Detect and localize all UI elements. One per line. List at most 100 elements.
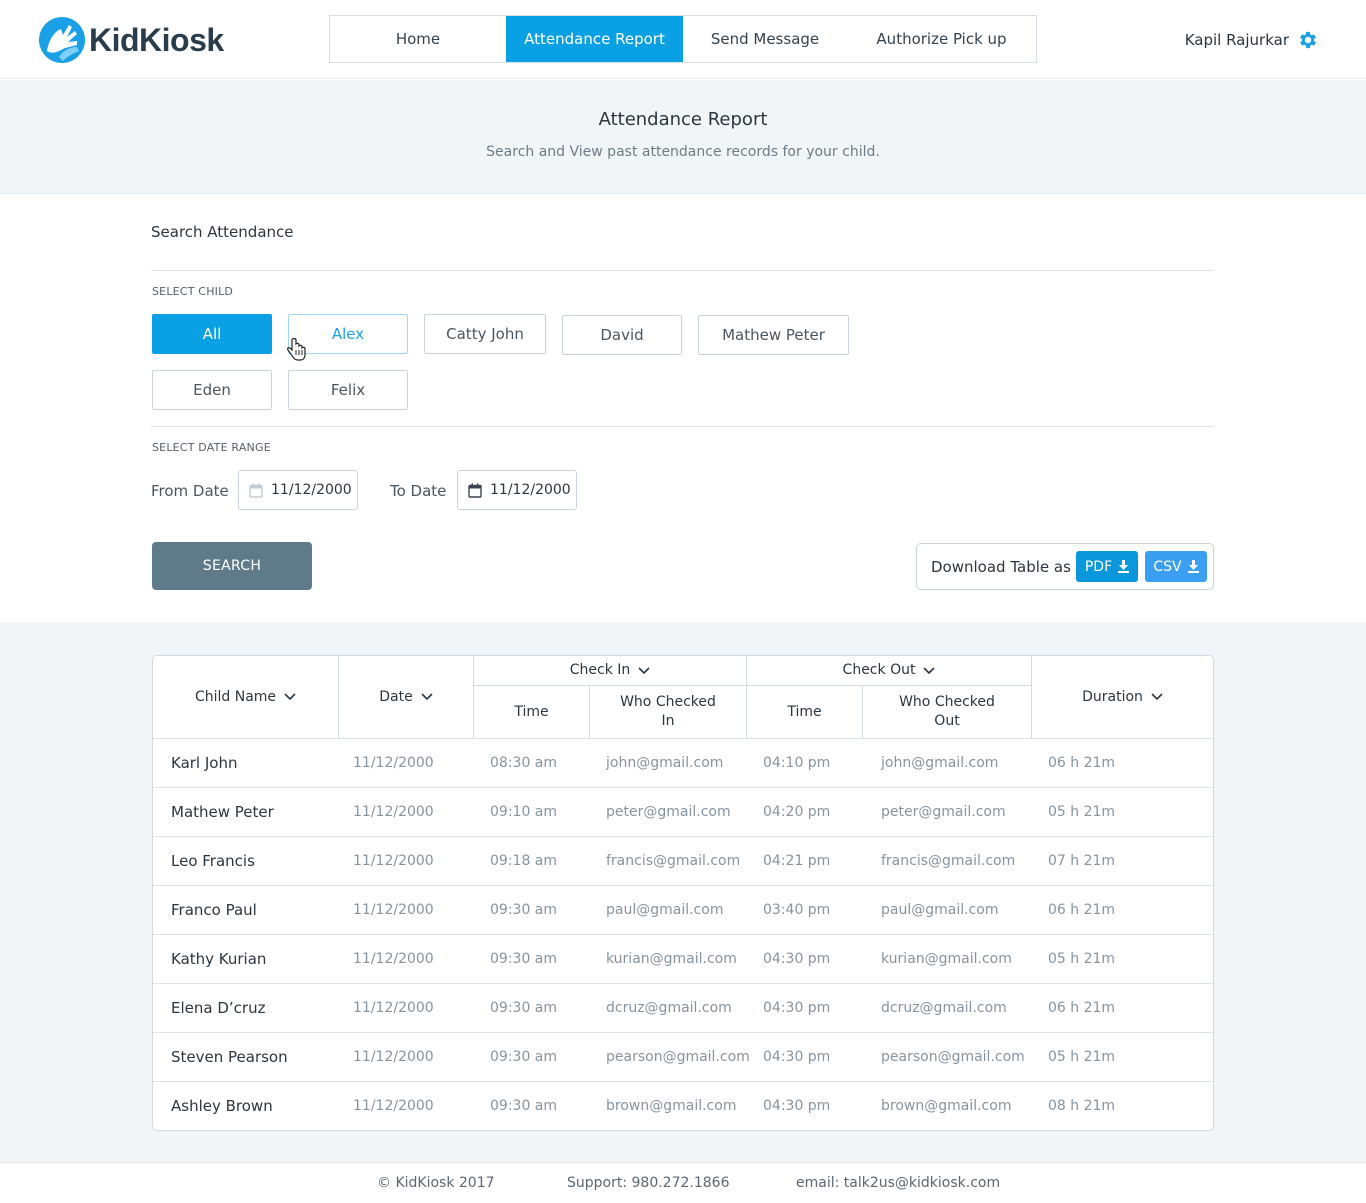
hands-logo-icon — [39, 17, 85, 63]
col-header-label: Child Name — [194, 688, 277, 705]
table-row[interactable]: Franco Paul 11/12/2000 09:30 am paul@gmail.… — [153, 885, 1213, 934]
cell-child-name: Franco Paul — [171, 901, 257, 919]
table-row[interactable]: Elena D’cruz 11/12/2000 09:30 am dcruz@gmai… — [153, 983, 1213, 1032]
cell-checked-out-by: dcruz@gmail.com — [881, 1000, 1007, 1016]
download-icon — [1187, 560, 1199, 573]
pdf-label: PDF — [1084, 558, 1113, 575]
cell-checked-out-by: kurian@gmail.com — [881, 951, 1012, 967]
cell-duration: 06 h 21m — [1048, 1000, 1116, 1016]
table-row[interactable]: Kathy Kurian 11/12/2000 09:30 am kurian@gma… — [153, 934, 1213, 983]
hand-cursor-icon — [287, 337, 306, 361]
cell-date: 11/12/2000 — [353, 755, 434, 771]
brand-logo[interactable]: KidKiosk — [39, 15, 224, 65]
csv-label: CSV — [1153, 558, 1182, 575]
page-subtitle: Search and View past attendance records … — [486, 144, 880, 160]
calendar-icon — [249, 483, 263, 498]
to-date-input[interactable]: 11/12/2000 — [457, 470, 577, 510]
page-title: Attendance Report — [598, 109, 768, 130]
table-row[interactable]: Karl John 11/12/2000 08:30 am john@gmail.co… — [153, 738, 1213, 787]
child-chip-eden[interactable]: Eden — [152, 370, 272, 410]
cell-duration: 05 h 21m — [1048, 804, 1116, 820]
cell-date: 11/12/2000 — [353, 853, 434, 869]
chevron-down-icon — [1151, 693, 1163, 701]
child-chip-catty-john[interactable]: Catty John — [424, 314, 546, 354]
nav-attendance-report[interactable]: Attendance Report — [506, 16, 683, 62]
cell-duration: 05 h 21m — [1048, 951, 1116, 967]
cell-check-in-time: 09:30 am — [490, 902, 558, 918]
chevron-down-icon — [923, 666, 936, 674]
download-pdf-button[interactable]: PDF — [1076, 551, 1138, 582]
footer-copyright: © KidKiosk 2017 — [377, 1175, 495, 1191]
col-header-check-out[interactable]: Check Out — [747, 656, 1031, 685]
search-button[interactable]: SEARCH — [152, 542, 312, 590]
cell-child-name: Ashley Brown — [171, 1097, 273, 1115]
cell-checked-in-by: peter@gmail.com — [606, 804, 731, 820]
attendance-table: Child Name Date Check In Time Who Checke… — [152, 655, 1214, 1131]
cell-child-name: Karl John — [171, 754, 238, 772]
cell-checked-in-by: paul@gmail.com — [606, 902, 724, 918]
table-row[interactable]: Leo Francis 11/12/2000 09:18 am francis@gma… — [153, 836, 1213, 885]
search-section-title: Search Attendance — [151, 223, 294, 241]
cell-child-name: Steven Pearson — [171, 1048, 288, 1066]
cell-check-in-time: 09:10 am — [490, 804, 558, 820]
col-header-date[interactable]: Date — [339, 656, 473, 738]
select-date-range-label: SELECT DATE RANGE — [152, 441, 271, 454]
cell-check-out-time: 04:30 pm — [763, 1000, 831, 1016]
divider — [151, 270, 1214, 271]
cell-check-out-time: 04:30 pm — [763, 951, 831, 967]
to-date-label: To Date — [390, 482, 447, 500]
cell-checked-out-by: pearson@gmail.com — [881, 1049, 1025, 1065]
col-header-check-in[interactable]: Check In — [474, 656, 746, 685]
download-csv-button[interactable]: CSV — [1145, 551, 1207, 582]
cell-check-out-time: 04:21 pm — [763, 853, 831, 869]
footer-email[interactable]: email: talk2us@kidkiosk.com — [796, 1175, 1000, 1191]
child-chip-all[interactable]: All — [152, 314, 272, 354]
cell-checked-in-by: dcruz@gmail.com — [606, 1000, 732, 1016]
cell-date: 11/12/2000 — [353, 902, 434, 918]
cell-date: 11/12/2000 — [353, 951, 434, 967]
cell-duration: 07 h 21m — [1048, 853, 1116, 869]
download-icon — [1118, 560, 1130, 573]
cell-duration: 06 h 21m — [1048, 755, 1116, 771]
col-header-label: Check Out — [842, 662, 916, 678]
table-row[interactable]: Steven Pearson 11/12/2000 09:30 am pearson@… — [153, 1032, 1213, 1081]
cell-checked-in-by: brown@gmail.com — [606, 1098, 737, 1114]
divider — [151, 426, 1214, 427]
gear-icon[interactable] — [1297, 29, 1319, 51]
page-banner: Attendance Report Search and View past a… — [0, 80, 1366, 194]
col-header-duration[interactable]: Duration — [1032, 656, 1213, 738]
user-menu[interactable]: Kapil Rajurkar — [1185, 29, 1319, 51]
child-chip-felix[interactable]: Felix — [288, 370, 408, 410]
table-row[interactable]: Ashley Brown 11/12/2000 09:30 am brown@gmai… — [153, 1081, 1213, 1130]
select-child-label: SELECT CHILD — [152, 285, 234, 298]
brand-name: KidKiosk — [89, 21, 224, 58]
col-header-who-checked-out: Who Checked Out — [899, 694, 995, 729]
col-header-label: Date — [379, 688, 413, 705]
from-date-value: 11/12/2000 — [271, 482, 352, 498]
cell-child-name: Kathy Kurian — [171, 950, 267, 968]
table-row[interactable]: Mathew Peter 11/12/2000 09:10 am peter@gmai… — [153, 787, 1213, 836]
col-header-check-out-time: Time — [787, 703, 822, 720]
nav-authorize-pickup[interactable]: Authorize Pick up — [847, 16, 1036, 62]
cell-checked-in-by: pearson@gmail.com — [606, 1049, 750, 1065]
to-date-value: 11/12/2000 — [490, 482, 571, 498]
col-header-child-name[interactable]: Child Name — [153, 656, 338, 738]
cell-duration: 08 h 21m — [1048, 1098, 1116, 1114]
footer-support-phone[interactable]: Support: 980.272.1866 — [567, 1175, 729, 1191]
child-chip-alex[interactable]: Alex — [288, 314, 408, 354]
col-header-label: Check In — [569, 662, 631, 678]
nav-home[interactable]: Home — [330, 16, 506, 62]
child-chip-mathew-peter[interactable]: Mathew Peter — [698, 315, 849, 355]
cell-duration: 05 h 21m — [1048, 1049, 1116, 1065]
from-date-input[interactable]: 11/12/2000 — [238, 470, 358, 510]
user-name: Kapil Rajurkar — [1184, 31, 1289, 49]
cell-check-in-time: 08:30 am — [490, 755, 558, 771]
child-chip-david[interactable]: David — [562, 315, 682, 355]
cell-check-in-time: 09:30 am — [490, 1098, 558, 1114]
cell-child-name: Elena D’cruz — [171, 999, 266, 1017]
nav-send-message[interactable]: Send Message — [683, 16, 847, 62]
top-header: KidKiosk Home Attendance Report Send Mes… — [0, 0, 1366, 79]
download-panel: Download Table as PDF CSV — [916, 543, 1214, 590]
cell-checked-out-by: brown@gmail.com — [881, 1098, 1012, 1114]
cell-check-in-time: 09:30 am — [490, 951, 558, 967]
